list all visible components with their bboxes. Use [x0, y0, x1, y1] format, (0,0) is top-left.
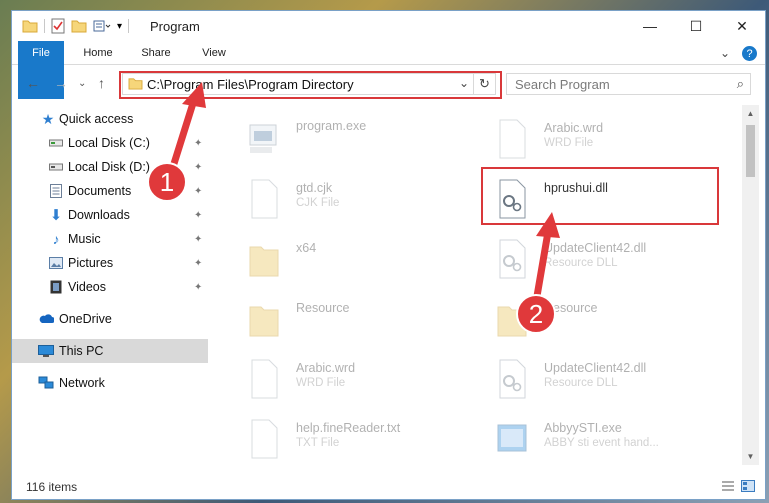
arrow-1	[168, 82, 206, 174]
arrow-2	[532, 212, 560, 306]
annotation-arrows	[168, 82, 560, 306]
step-1-badge: 1	[147, 162, 187, 202]
step-2-badge: 2	[516, 294, 556, 334]
